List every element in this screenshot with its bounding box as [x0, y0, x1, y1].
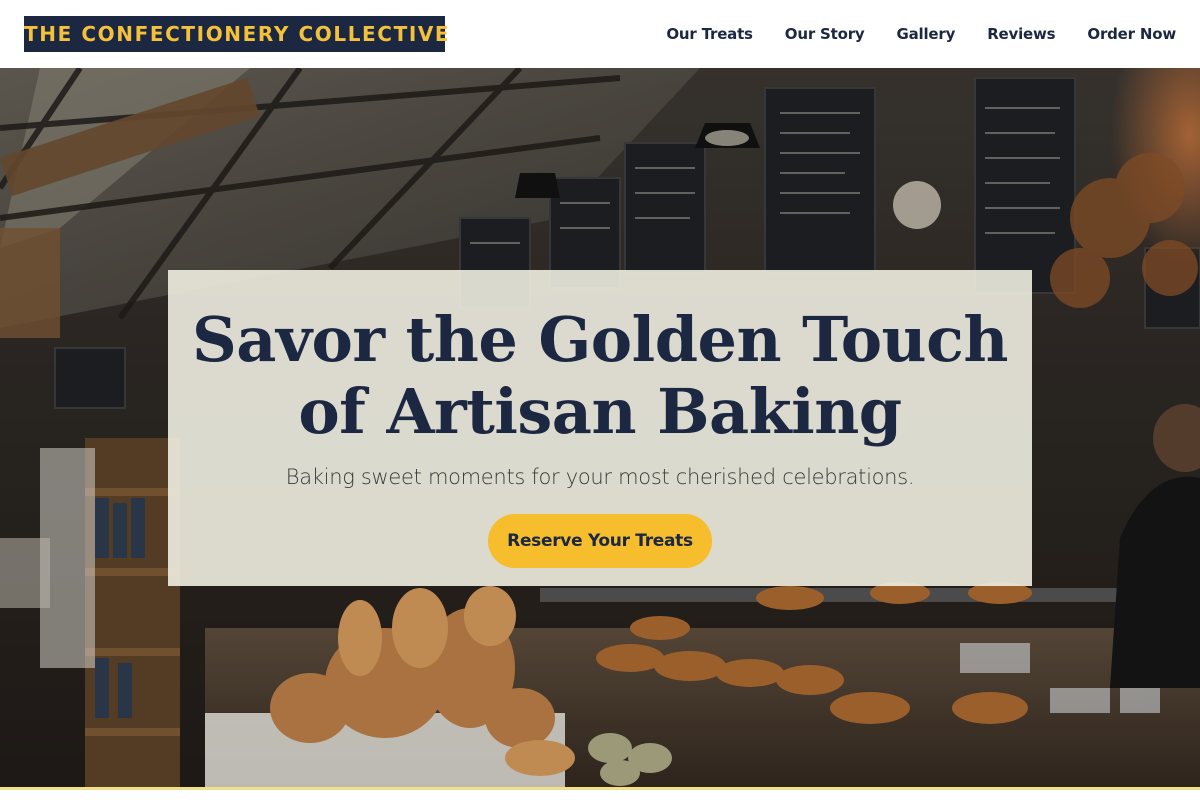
nav-link-reviews[interactable]: Reviews — [987, 25, 1055, 43]
hero-title-line-2: of Artisan Baking — [298, 375, 902, 448]
main-nav: Our Treats Our Story Gallery Reviews Ord… — [666, 0, 1176, 68]
page-bottom-edge — [0, 787, 1200, 800]
reserve-treats-button[interactable]: Reserve Your Treats — [488, 514, 712, 568]
hero-title: Savor the Golden Touch of Artisan Baking — [168, 304, 1032, 448]
hero-section: Savor the Golden Touch of Artisan Baking… — [0, 68, 1200, 800]
nav-link-our-story[interactable]: Our Story — [785, 25, 865, 43]
nav-link-order-now[interactable]: Order Now — [1087, 25, 1176, 43]
bottom-accent-line — [0, 787, 1200, 790]
hero-title-line-1: Savor the Golden Touch — [192, 303, 1008, 376]
site-logo[interactable]: THE CONFECTIONERY COLLECTIVE — [24, 16, 449, 52]
nav-link-our-treats[interactable]: Our Treats — [666, 25, 753, 43]
hero-panel: Savor the Golden Touch of Artisan Baking… — [168, 270, 1032, 586]
hero-subtitle: Baking sweet moments for your most cheri… — [285, 465, 915, 489]
nav-link-gallery[interactable]: Gallery — [897, 25, 956, 43]
site-header: THE CONFECTIONERY COLLECTIVE Our Treats … — [0, 0, 1200, 68]
